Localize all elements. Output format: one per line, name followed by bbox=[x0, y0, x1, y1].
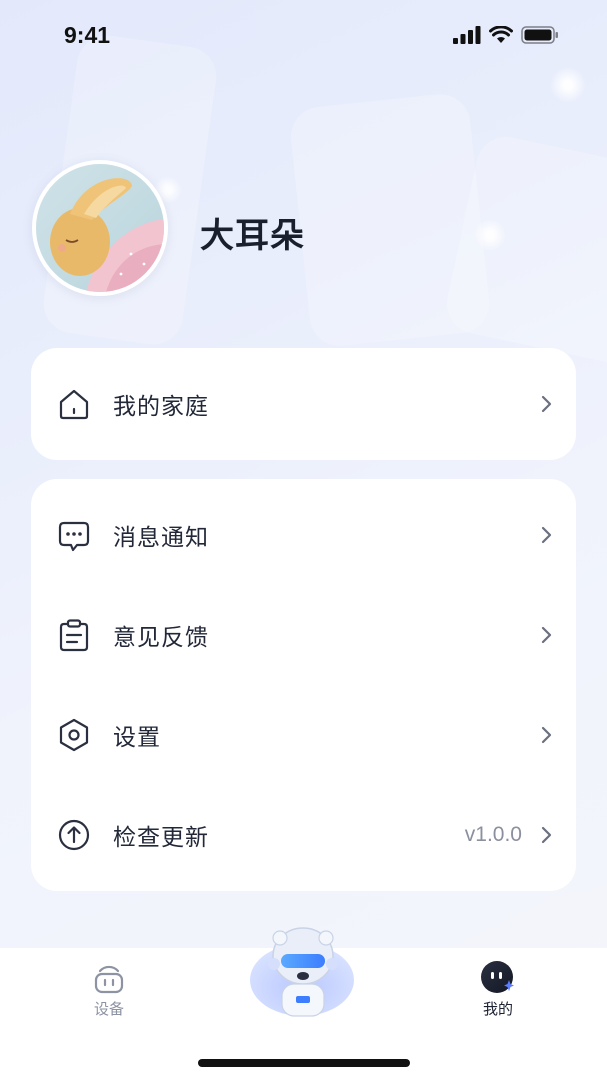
profile-header: 大耳朵 bbox=[32, 160, 552, 300]
battery-icon bbox=[521, 26, 558, 44]
chevron-right-icon bbox=[541, 526, 552, 544]
status-bar: 9:41 bbox=[0, 0, 607, 70]
menu-item-label: 设置 bbox=[113, 725, 161, 751]
menu-item-check-update[interactable]: 检查更新 v1.0.0 bbox=[31, 785, 576, 885]
device-icon bbox=[94, 965, 124, 994]
username: 大耳朵 bbox=[200, 216, 305, 256]
chevron-right-icon bbox=[541, 726, 552, 744]
menu-item-label: 意见反馈 bbox=[113, 625, 209, 651]
menu-item-family[interactable]: 我的家庭 bbox=[31, 354, 576, 454]
tab-devices[interactable]: 设备 bbox=[69, 960, 149, 1019]
robot-bear-mascot bbox=[250, 927, 354, 1017]
home-indicator bbox=[198, 1059, 410, 1067]
upload-arrow-icon bbox=[58, 819, 90, 851]
tab-mine[interactable]: 我的 bbox=[458, 960, 538, 1019]
menu-item-notifications[interactable]: 消息通知 bbox=[31, 485, 576, 585]
menu-item-label: 检查更新 bbox=[113, 825, 209, 851]
signal-icon bbox=[453, 26, 481, 44]
tab-label: 设备 bbox=[93, 1000, 124, 1018]
wifi-icon bbox=[489, 26, 513, 43]
hexagon-settings-icon bbox=[59, 718, 89, 752]
menu-item-feedback[interactable]: 意见反馈 bbox=[31, 585, 576, 685]
settings-card: 消息通知 意见反馈 设置 检查更新 v1.0.0 bbox=[31, 479, 576, 891]
status-icons bbox=[453, 26, 559, 44]
status-time: 9:41 bbox=[64, 22, 111, 48]
chevron-right-icon bbox=[541, 626, 552, 644]
menu-item-label: 消息通知 bbox=[113, 525, 209, 551]
menu-item-label: 我的家庭 bbox=[113, 394, 209, 420]
chevron-right-icon bbox=[541, 395, 552, 413]
avatar[interactable] bbox=[32, 160, 168, 296]
profile-face-icon bbox=[481, 961, 514, 993]
version-text: v1.0.0 bbox=[464, 823, 522, 846]
house-icon bbox=[59, 389, 89, 420]
chevron-right-icon bbox=[541, 826, 552, 844]
message-icon bbox=[58, 521, 90, 552]
tab-assistant[interactable] bbox=[246, 924, 360, 1024]
family-card: 我的家庭 bbox=[31, 348, 576, 460]
tab-label: 我的 bbox=[482, 1000, 513, 1018]
avatar-image bbox=[36, 164, 164, 292]
menu-item-settings[interactable]: 设置 bbox=[31, 685, 576, 785]
clipboard-icon bbox=[59, 619, 89, 652]
